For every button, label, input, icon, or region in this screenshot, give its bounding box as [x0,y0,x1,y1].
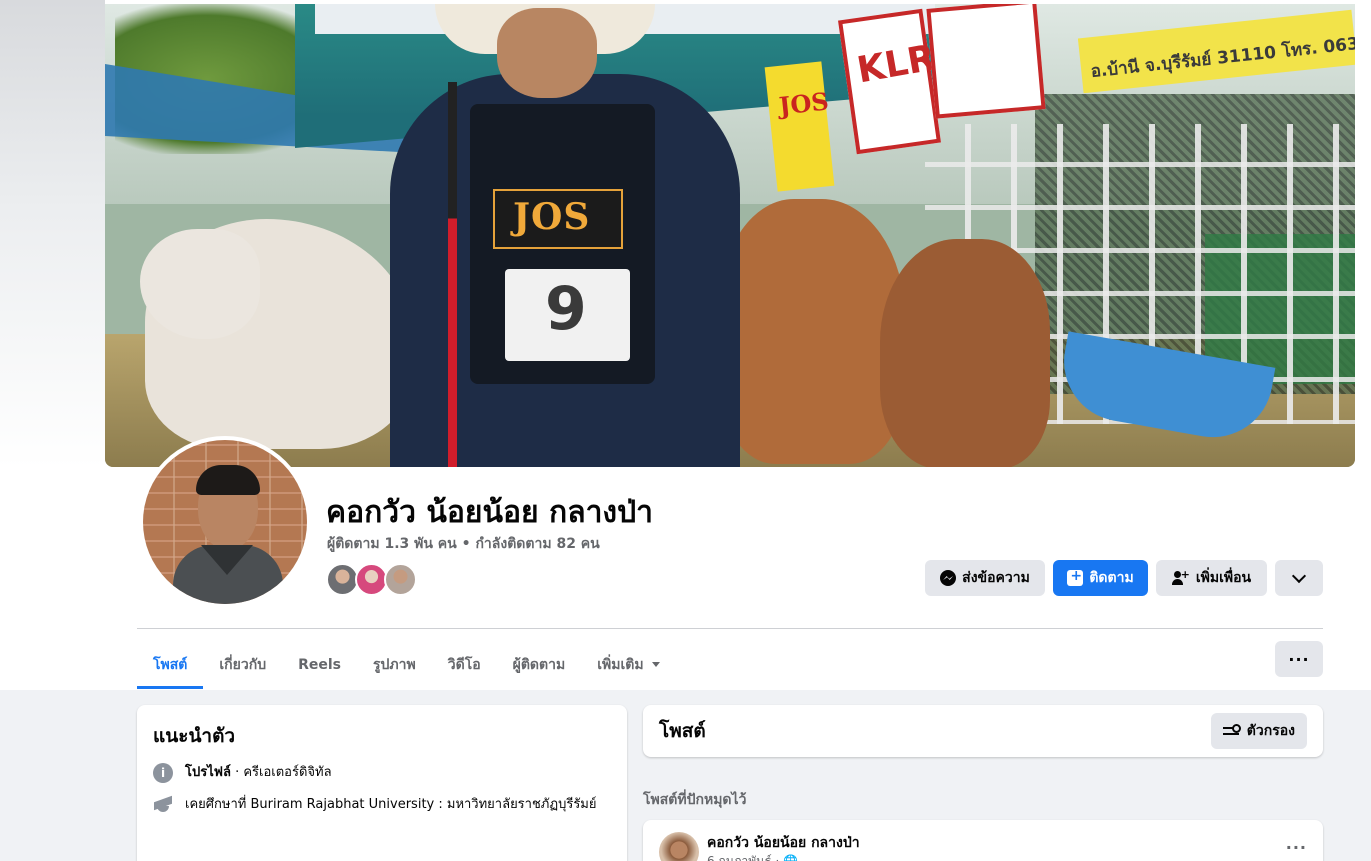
intro-profile-row: i โปรไฟล์ · ครีเอเตอร์ดิจิทัล [153,763,611,783]
pinned-posts-label: โพสต์ที่ปักหมุดไว้ [643,792,747,808]
cover-face [497,8,597,98]
info-icon: i [153,763,173,783]
profile-tabs: โพสต์ เกี่ยวกับ Reels รูปภาพ วิดีโอ ผู้ต… [137,640,676,689]
cover-show-stick [448,82,457,467]
avatar-hair [196,465,260,495]
cover-white-cow-head [140,229,260,339]
add-friend-button-label: เพิ่มเพื่อน [1195,570,1252,586]
followers-label[interactable]: ผู้ติดตาม [327,536,380,552]
header-divider [137,628,1323,629]
filter-button[interactable]: ตัวกรอง [1210,713,1307,749]
profile-avatar[interactable] [139,436,311,608]
posts-header-card: โพสต์ ตัวกรอง [643,705,1323,757]
cover-bib-number: 9 [545,274,587,344]
tabs-more-options-button[interactable]: ··· [1275,641,1323,677]
intro-title: แนะนำตัว [153,725,236,747]
ellipsis-icon: ··· [1285,838,1307,857]
posts-title: โพสต์ [659,720,706,742]
chevron-down-icon [1291,568,1307,583]
follow-button[interactable]: ติดตาม [1053,560,1148,596]
avatar-photo [143,440,307,604]
cover-brown-cow [720,199,905,464]
intro-education-text[interactable]: เคยศึกษาที่ Buriram Rajabhat University … [185,795,597,815]
tab-reels[interactable]: Reels [282,640,357,689]
cover-photo[interactable]: อ.บ้านี จ.บุรีรัมย์ 31110 โทร. 063 KLR J… [105,4,1355,467]
add-friend-icon: + [1171,569,1190,586]
tab-label: ผู้ติดตาม [512,656,566,673]
intro-profile-label: โปรไฟล์ [185,765,231,780]
filter-icon [1222,724,1241,738]
tab-label: รูปภาพ [373,656,416,673]
post-date[interactable]: 6 กุมภาพันธ์ · 🌐 [707,852,798,861]
add-friend-button[interactable]: + เพิ่มเพื่อน [1156,560,1267,596]
tab-posts[interactable]: โพสต์ [137,640,204,689]
caret-down-icon [651,662,660,667]
follower-avatars[interactable] [326,563,426,597]
tab-more[interactable]: เพิ่มเติม [581,640,675,689]
tab-label: เกี่ยวกับ [219,656,267,673]
tab-label: Reels [298,656,341,673]
tab-label: โพสต์ [153,656,188,673]
follower-avatar[interactable] [384,563,417,596]
tab-label: เพิ่มเติม [597,656,644,673]
intro-profile-type: · ครีเอเตอร์ดิจิทัล [230,765,332,780]
tab-label: วิดีโอ [447,656,481,673]
intro-education-row: เคยศึกษาที่ Buriram Rajabhat University … [153,795,611,815]
message-button-label: ส่งข้อความ [962,570,1030,586]
tab-videos[interactable]: วิดีโอ [432,640,497,689]
follow-button-label: ติดตาม [1089,570,1134,586]
followers-count[interactable]: 1.3 พัน คน [384,536,456,552]
stats-separator: • [461,536,476,552]
post-more-options-button[interactable]: ··· [1286,838,1307,857]
follow-icon [1067,568,1084,586]
ellipsis-icon: ··· [1288,649,1310,669]
graduation-cap-icon [153,795,173,815]
pinned-post: คอกวัว น้อยน้อย กลางป่า 6 กุมภาพันธ์ · 🌐… [643,820,1323,861]
cover-side-fade [0,0,105,468]
profile-options-button[interactable] [1275,560,1323,596]
profile-stats: ผู้ติดตาม 1.3 พัน คน • กำลังติดตาม 82 คน [327,533,600,555]
messenger-icon [940,570,957,586]
intro-profile-text: โปรไฟล์ · ครีเอเตอร์ดิจิทัล [185,763,332,783]
tab-about[interactable]: เกี่ยวกับ [203,640,282,689]
following-label[interactable]: กำลังติดตาม [475,536,551,552]
profile-name: คอกวัว น้อยน้อย กลางป่า [326,495,653,530]
following-count[interactable]: 82 คน [556,536,599,552]
tab-photos[interactable]: รูปภาพ [357,640,432,689]
cover-brown-calf [880,239,1050,467]
filter-button-label: ตัวกรอง [1246,723,1295,739]
tab-followers[interactable]: ผู้ติดตาม [497,640,582,689]
post-author-name[interactable]: คอกวัว น้อยน้อย กลางป่า [707,832,860,854]
cover-bib-brand: JOS [513,196,591,238]
intro-card: แนะนำตัว i โปรไฟล์ · ครีเอเตอร์ดิจิทัล เ… [137,705,627,861]
message-button[interactable]: ส่งข้อความ [925,560,1045,596]
cover-jos-sign-text: JOS [777,86,830,121]
post-author-avatar[interactable] [659,832,699,861]
cover-red-sign [926,4,1046,119]
